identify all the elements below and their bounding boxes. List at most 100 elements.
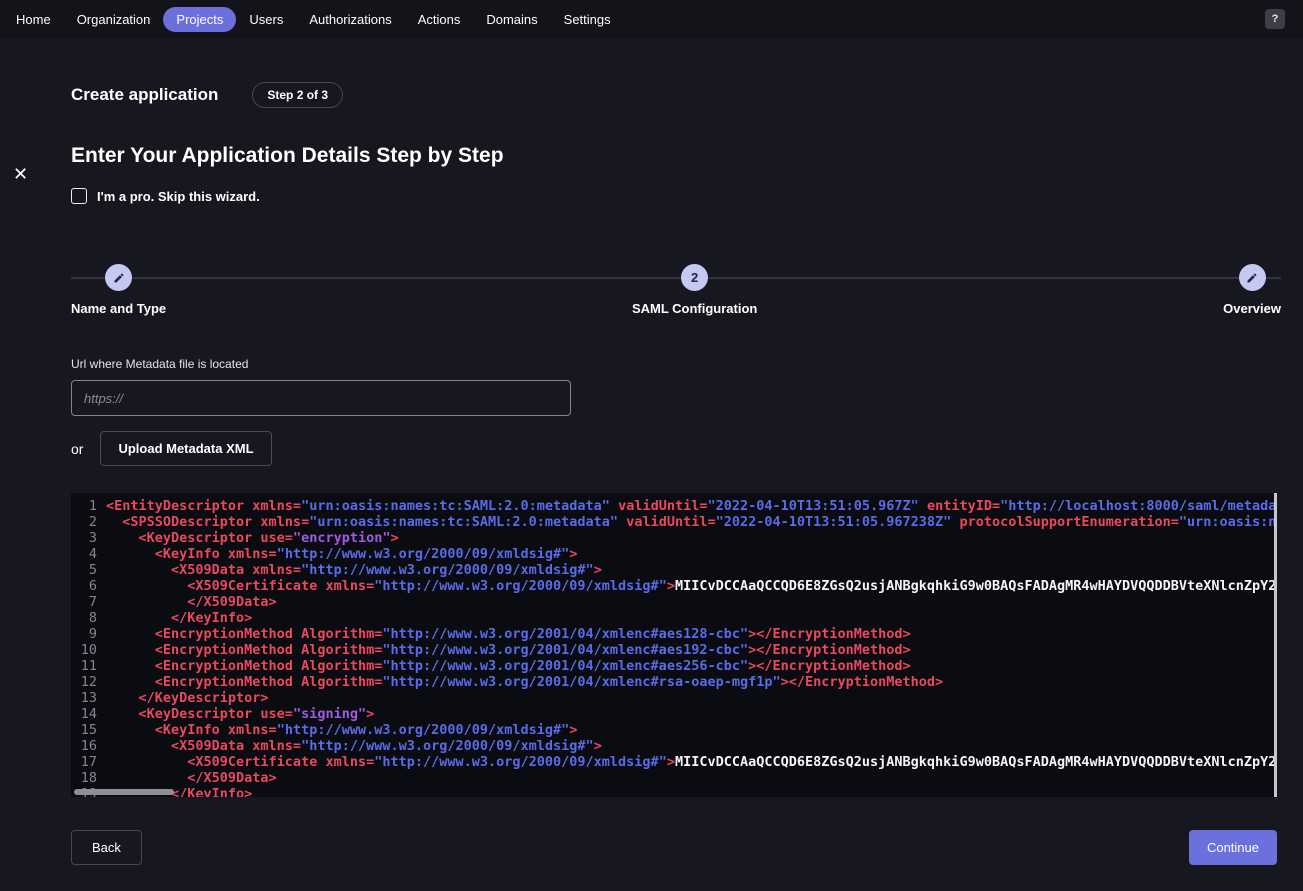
line-number: 18 <box>77 770 97 786</box>
line-content: <X509Certificate xmlns="http://www.w3.or… <box>106 578 1277 594</box>
step-label: Overview <box>1223 301 1281 316</box>
step-edit-circle[interactable] <box>105 264 132 291</box>
code-line-16: 16 <X509Data xmlns="http://www.w3.org/20… <box>77 738 1277 754</box>
nav-item-home[interactable]: Home <box>3 7 64 32</box>
line-content: <EntityDescriptor xmlns="urn:oasis:names… <box>106 498 1277 514</box>
nav-item-projects[interactable]: Projects <box>163 7 236 32</box>
line-content: <EncryptionMethod Algorithm="http://www.… <box>106 642 911 658</box>
line-content: <KeyDescriptor use="encryption"> <box>106 530 399 546</box>
nav-item-domains[interactable]: Domains <box>473 7 550 32</box>
nav-item-actions[interactable]: Actions <box>405 7 474 32</box>
pencil-icon <box>113 272 125 284</box>
upload-metadata-button[interactable]: Upload Metadata XML <box>100 431 271 466</box>
help-button[interactable]: ? <box>1265 9 1285 29</box>
code-line-7: 7 </X509Data> <box>77 594 1277 610</box>
line-content: <KeyDescriptor use="signing"> <box>106 706 374 722</box>
line-number: 2 <box>77 514 97 530</box>
stepper-step-1: Name and Type <box>71 264 166 316</box>
line-number: 1 <box>77 498 97 514</box>
code-line-3: 3 <KeyDescriptor use="encryption"> <box>77 530 1277 546</box>
step-label: SAML Configuration <box>632 301 757 316</box>
wizard-header: Create application Step 2 of 3 <box>71 82 1277 108</box>
line-number: 7 <box>77 594 97 610</box>
or-row: or Upload Metadata XML <box>71 431 1277 466</box>
pencil-icon <box>1246 272 1258 284</box>
line-number: 11 <box>77 658 97 674</box>
code-line-17: 17 <X509Certificate xmlns="http://www.w3… <box>77 754 1277 770</box>
line-number: 10 <box>77 642 97 658</box>
line-content: </KeyInfo> <box>106 610 252 626</box>
skip-wizard-label: I'm a pro. Skip this wizard. <box>97 189 260 204</box>
line-content: <X509Data xmlns="http://www.w3.org/2000/… <box>106 738 602 754</box>
line-content: </KeyDescriptor> <box>106 690 269 706</box>
nav-items: HomeOrganizationProjectsUsersAuthorizati… <box>3 7 624 32</box>
line-number: 16 <box>77 738 97 754</box>
code-content: 1 <EntityDescriptor xmlns="urn:oasis:name… <box>77 498 1277 797</box>
code-line-5: 5 <X509Data xmlns="http://www.w3.org/200… <box>77 562 1277 578</box>
code-line-19: 19 </KeyInfo> <box>77 786 1277 797</box>
line-content: <SPSSODescriptor xmlns="urn:oasis:names:… <box>106 514 1277 530</box>
nav-item-authorizations[interactable]: Authorizations <box>296 7 404 32</box>
wizard-heading: Enter Your Application Details Step by S… <box>71 144 1277 168</box>
step-number-circle[interactable]: 2 <box>681 264 708 291</box>
line-number: 15 <box>77 722 97 738</box>
code-line-12: 12 <EncryptionMethod Algorithm="http://w… <box>77 674 1277 690</box>
code-line-8: 8 </KeyInfo> <box>77 610 1277 626</box>
horizontal-scrollbar[interactable] <box>74 789 174 795</box>
wizard-footer: Back Continue <box>71 830 1277 865</box>
step-label: Name and Type <box>71 301 166 316</box>
code-line-9: 9 <EncryptionMethod Algorithm="http://ww… <box>77 626 1277 642</box>
stepper-step-3: Overview <box>1223 264 1281 316</box>
nav-item-users[interactable]: Users <box>236 7 296 32</box>
metadata-url-input[interactable] <box>71 380 571 416</box>
metadata-form: Url where Metadata file is located or Up… <box>71 357 1277 466</box>
metadata-xml-editor[interactable]: 1 <EntityDescriptor xmlns="urn:oasis:name… <box>71 493 1277 797</box>
step-badge: Step 2 of 3 <box>252 82 343 108</box>
code-line-15: 15 <KeyInfo xmlns="http://www.w3.org/200… <box>77 722 1277 738</box>
line-number: 5 <box>77 562 97 578</box>
line-number: 13 <box>77 690 97 706</box>
line-number: 9 <box>77 626 97 642</box>
line-number: 4 <box>77 546 97 562</box>
line-number: 14 <box>77 706 97 722</box>
line-number: 6 <box>77 578 97 594</box>
code-line-13: 13 </KeyDescriptor> <box>77 690 1277 706</box>
page-title: Create application <box>71 85 218 105</box>
or-label: or <box>71 441 83 457</box>
code-line-18: 18 </X509Data> <box>77 770 1277 786</box>
top-navbar: HomeOrganizationProjectsUsersAuthorizati… <box>0 0 1303 38</box>
code-line-4: 4 <KeyInfo xmlns="http://www.w3.org/2000… <box>77 546 1277 562</box>
skip-wizard-checkbox[interactable] <box>71 188 87 204</box>
line-number: 3 <box>77 530 97 546</box>
code-line-10: 10 <EncryptionMethod Algorithm="http://w… <box>77 642 1277 658</box>
close-icon[interactable]: ✕ <box>11 163 30 185</box>
code-line-2: 2 <SPSSODescriptor xmlns="urn:oasis:name… <box>77 514 1277 530</box>
nav-item-organization[interactable]: Organization <box>64 7 164 32</box>
stepper-steps: Name and Type 2 SAML Configuration Overview <box>71 264 1281 316</box>
line-content: <KeyInfo xmlns="http://www.w3.org/2000/0… <box>106 546 577 562</box>
line-content: </X509Data> <box>106 594 277 610</box>
code-line-1: 1 <EntityDescriptor xmlns="urn:oasis:name… <box>77 498 1277 514</box>
wizard-stepper: Name and Type 2 SAML Configuration Overview <box>71 264 1281 316</box>
line-number: 17 <box>77 754 97 770</box>
skip-wizard-row: I'm a pro. Skip this wizard. <box>71 188 1277 204</box>
code-line-11: 11 <EncryptionMethod Algorithm="http://w… <box>77 658 1277 674</box>
stepper-step-2: 2 SAML Configuration <box>632 264 757 316</box>
line-content: <EncryptionMethod Algorithm="http://www.… <box>106 626 911 642</box>
back-button[interactable]: Back <box>71 830 142 865</box>
line-number: 8 <box>77 610 97 626</box>
metadata-url-label: Url where Metadata file is located <box>71 357 1277 371</box>
nav-item-settings[interactable]: Settings <box>551 7 624 32</box>
vertical-scrollbar[interactable] <box>1274 493 1277 797</box>
line-content: <KeyInfo xmlns="http://www.w3.org/2000/0… <box>106 722 577 738</box>
line-content: </X509Data> <box>106 770 277 786</box>
code-line-6: 6 <X509Certificate xmlns="http://www.w3.… <box>77 578 1277 594</box>
line-content: <EncryptionMethod Algorithm="http://www.… <box>106 658 911 674</box>
continue-button[interactable]: Continue <box>1189 830 1277 865</box>
wizard-page: ✕ Create application Step 2 of 3 Enter Y… <box>0 82 1303 865</box>
line-content: <X509Data xmlns="http://www.w3.org/2000/… <box>106 562 602 578</box>
line-number: 12 <box>77 674 97 690</box>
code-line-14: 14 <KeyDescriptor use="signing"> <box>77 706 1277 722</box>
line-content: <EncryptionMethod Algorithm="http://www.… <box>106 674 943 690</box>
step-edit-circle[interactable] <box>1239 264 1266 291</box>
